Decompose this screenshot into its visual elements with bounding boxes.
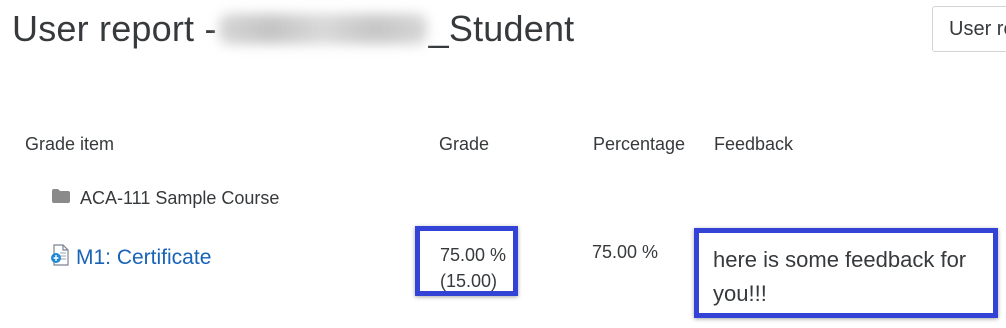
certificate-icon [50, 244, 70, 271]
page-title-prefix: User report - [12, 8, 217, 49]
user-report-select-button[interactable]: User re [932, 6, 1006, 52]
page-title: User report - _Student [12, 8, 574, 50]
header-grade: Grade [439, 134, 490, 154]
grade-percent-value: 75.00 % [440, 245, 507, 265]
feedback-cell-highlight: here is some feedback for you!!! [694, 228, 998, 318]
folder-icon [52, 189, 70, 208]
redacted-username [218, 14, 427, 44]
course-category-row: ACA-111 Sample Course [52, 188, 279, 209]
feedback-text: here is some feedback for you!!! [713, 247, 967, 306]
header-grade-item: Grade item [25, 134, 115, 154]
item-certificate-link[interactable]: M1: Certificate [76, 246, 211, 270]
grade-item-row: M1: Certificate [50, 244, 211, 271]
header-percentage: Percentage [593, 134, 686, 154]
grade-points-value: (15.00) [440, 271, 498, 291]
page-title-suffix: _Student [428, 8, 575, 49]
percentage-value: 75.00 % [592, 242, 659, 262]
header-feedback: Feedback [714, 134, 794, 154]
grade-cell-highlight: 75.00 % (15.00) [415, 226, 518, 296]
course-name: ACA-111 Sample Course [80, 188, 280, 208]
